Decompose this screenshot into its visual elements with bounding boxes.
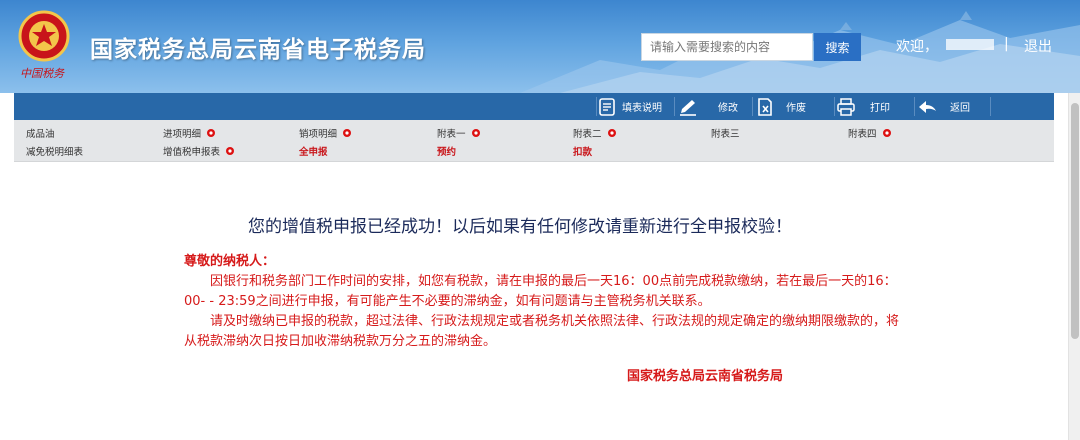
- tab-full-declaration[interactable]: 全申报: [299, 144, 328, 158]
- tab-schedule-4[interactable]: 附表四: [848, 126, 892, 140]
- required-marker-icon: [882, 129, 891, 137]
- tab-output-details[interactable]: 销项明细: [299, 126, 352, 140]
- required-marker-icon: [226, 147, 235, 155]
- success-headline: 您的增值税申报已经成功！以后如果有任何修改请重新进行全申报校验！: [248, 217, 792, 237]
- tab-label: 销项明细: [299, 129, 338, 140]
- void-button[interactable]: 作废: [756, 93, 806, 120]
- notice-salutation: 尊敬的纳税人：: [184, 254, 276, 269]
- required-marker-icon: [607, 129, 616, 137]
- emblem-script-logo: 中国税务: [20, 62, 72, 82]
- username-mask: [946, 39, 994, 50]
- printer-icon: [837, 97, 855, 116]
- required-marker-icon: [207, 129, 216, 137]
- void-icon: [758, 97, 772, 116]
- pen-icon: [680, 99, 696, 116]
- required-marker-icon: [471, 129, 480, 137]
- notice-paragraph-2: 请及时缴纳已申报的税款，超过法律、行政法规规定或者税务机关依照法律、行政法规的规…: [184, 314, 900, 349]
- tab-schedule-1[interactable]: 附表一: [437, 126, 481, 140]
- tab-appointment[interactable]: 预约: [437, 144, 456, 158]
- search-button[interactable]: 搜索: [814, 33, 861, 61]
- notice-paragraph-1: 因银行和税务部门工作时间的安排，如您有税款，请在申报的最后一天16：00点前完成…: [184, 274, 897, 309]
- print-label: 打印: [870, 103, 890, 114]
- tab-schedule-2[interactable]: 附表二: [573, 126, 617, 140]
- svg-text:中国税务: 中国税务: [20, 67, 65, 80]
- toolbar-divider: [990, 97, 991, 116]
- tab-label: 附表二: [573, 129, 602, 140]
- tab-label: 附表一: [437, 129, 466, 140]
- header-separator: |: [1004, 36, 1009, 52]
- modify-button[interactable]: 修改: [678, 93, 738, 120]
- void-label: 作废: [786, 103, 806, 114]
- site-title: 国家税务总局云南省电子税务局: [90, 37, 426, 63]
- tab-vat-return[interactable]: 增值税申报表: [163, 144, 235, 158]
- taxpayer-notice: 尊敬的纳税人： 因银行和税务部门工作时间的安排，如您有税款，请在申报的最后一天1…: [184, 252, 904, 352]
- tab-label: 附表三: [711, 129, 740, 140]
- fill-instructions-label: 填表说明: [622, 103, 662, 114]
- print-button[interactable]: 打印: [836, 93, 890, 120]
- welcome-text: 欢迎，: [896, 39, 938, 55]
- required-marker-icon: [343, 129, 352, 137]
- tab-label: 扣款: [573, 147, 593, 158]
- fill-instructions-button[interactable]: 填表说明: [598, 93, 662, 120]
- toolbar-divider: [834, 97, 835, 116]
- tab-schedule-3[interactable]: 附表三: [711, 126, 740, 140]
- document-icon: [599, 97, 615, 116]
- tab-label: 预约: [437, 147, 457, 158]
- toolbar-divider: [674, 97, 675, 116]
- logout-link[interactable]: 退出: [1024, 36, 1052, 56]
- notice-signature: 国家税务总局云南省税务局: [627, 369, 784, 384]
- tab-input-details[interactable]: 进项明细: [163, 126, 216, 140]
- toolbar-divider: [596, 97, 597, 116]
- toolbar-divider: [914, 97, 915, 116]
- back-arrow-icon: [919, 100, 936, 113]
- back-button[interactable]: 返回: [918, 93, 970, 120]
- tab-refined-oil[interactable]: 成品油: [26, 126, 55, 140]
- page-scrollbar[interactable]: [1068, 93, 1080, 440]
- search-input[interactable]: [641, 33, 813, 61]
- form-tabs: 成品油 进项明细 销项明细 附表一 附表二 附表三 附表四 减免税明细表 增值税…: [14, 120, 1054, 162]
- action-toolbar: 填表说明 修改 作废 打印 返回: [14, 93, 1054, 120]
- tab-label: 增值税申报表: [163, 147, 221, 158]
- scrollbar-thumb[interactable]: [1071, 103, 1079, 339]
- tab-deduction[interactable]: 扣款: [573, 144, 592, 158]
- modify-label: 修改: [718, 103, 738, 114]
- tab-label: 减免税明细表: [26, 147, 84, 158]
- tab-label: 全申报: [299, 147, 328, 158]
- tab-label: 进项明细: [163, 129, 202, 140]
- tab-label: 成品油: [26, 129, 55, 140]
- back-label: 返回: [950, 103, 970, 114]
- site-header: 中国税务 国家税务总局云南省电子税务局 搜索 欢迎， | 退出: [0, 0, 1080, 93]
- toolbar-divider: [752, 97, 753, 116]
- tab-tax-relief-details[interactable]: 减免税明细表: [26, 144, 83, 158]
- tax-emblem-icon: [18, 10, 70, 62]
- tab-label: 附表四: [848, 129, 877, 140]
